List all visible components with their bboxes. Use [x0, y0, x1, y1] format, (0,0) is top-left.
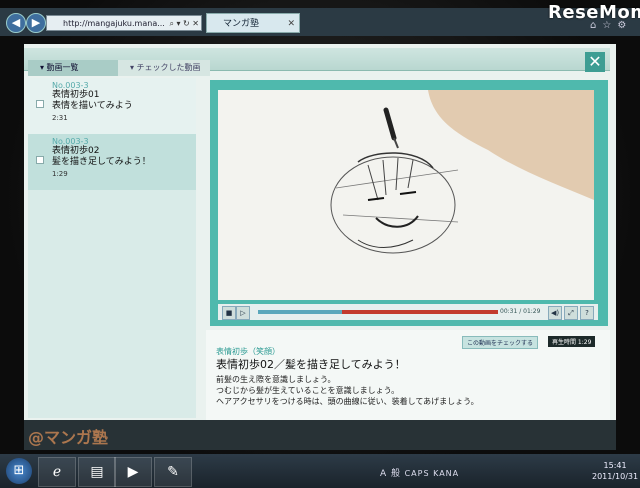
paint-icon[interactable]: ✎ — [154, 457, 192, 487]
drawing-illustration — [330, 90, 594, 254]
video-frame[interactable] — [218, 90, 594, 300]
info-title: 表情初歩02／髪を描き足してみよう！ — [216, 358, 406, 371]
timecode: 00:31 / 01:29 — [500, 308, 541, 315]
progress-played — [258, 310, 342, 314]
footer-band — [24, 420, 616, 450]
video-title-line2: 髪を描き足してみよう！ — [52, 157, 151, 167]
desc-line: ヘアアクセサリをつける時は、頭の曲線に従い、装着してあげましょう。 — [216, 397, 479, 406]
tab-close-icon[interactable]: ✕ — [287, 14, 295, 34]
media-player-icon[interactable]: ▶ — [114, 457, 152, 487]
clock[interactable]: 15:41 2011/10/31 — [592, 460, 638, 482]
video-title-line1: 表情初歩02 — [52, 146, 100, 156]
desc-line: つむじから髪が生えていることを意識しましょう。 — [216, 386, 400, 395]
progress-buffered — [342, 310, 498, 314]
info-description: 前髪の生え際を意識しましょう。 つむじから髪が生えていることを意識しましょう。 … — [216, 374, 479, 407]
checkbox-icon[interactable] — [36, 156, 44, 164]
list-item[interactable]: No.003-3 表情初歩02 髪を描き足してみよう！ 1:29 — [28, 134, 196, 190]
clock-date: 2011/10/31 — [592, 472, 639, 481]
ime-indicator[interactable]: A 般 — [380, 469, 401, 479]
stop-button[interactable]: ■ — [222, 306, 236, 320]
tab-title: マンガ塾 — [223, 19, 260, 29]
video-duration: 2:31 — [52, 114, 68, 122]
desc-line: 前髪の生え際を意識しましょう。 — [216, 375, 336, 384]
list-item[interactable]: No.003-3 表情初歩01 表情を描いてみよう 2:31 — [28, 78, 196, 134]
browser-tools-icon[interactable]: ⌂☆⚙ — [590, 20, 632, 31]
video-number: No.003-3 — [52, 81, 89, 90]
caps-indicator: CAPS KANA — [404, 469, 460, 478]
start-button-icon[interactable]: ⊞ — [6, 458, 32, 484]
tab-video-list[interactable]: ▾ 動画一覧 — [28, 60, 120, 76]
fullscreen-icon[interactable]: ⤢ — [564, 306, 578, 320]
video-title-line1: 表情初歩01 — [52, 90, 100, 100]
internet-explorer-icon[interactable]: ℯ — [38, 457, 76, 487]
address-text: http://mangajuku.mana... — [63, 19, 165, 28]
video-number: No.003-3 — [52, 137, 89, 146]
system-tray: A 般 CAPS KANA — [380, 466, 459, 479]
checkbox-icon[interactable] — [36, 100, 44, 108]
back-button[interactable]: ◀ — [6, 13, 26, 33]
address-bar[interactable]: http://mangajuku.mana... ⌕ ▾ ↻ ✕ — [46, 15, 202, 31]
address-actions-icon[interactable]: ⌕ ▾ ↻ ✕ — [169, 16, 199, 30]
play-button[interactable]: ▷ — [236, 306, 250, 320]
help-icon[interactable]: ? — [580, 306, 594, 320]
manga-juku-logo: @マンガ塾 — [28, 428, 109, 447]
video-title-line2: 表情を描いてみよう — [52, 101, 133, 111]
video-list: No.003-3 表情初歩01 表情を描いてみよう 2:31 No.003-3 … — [28, 78, 196, 418]
forward-button[interactable]: ▶ — [26, 13, 46, 33]
browser-tab[interactable]: マンガ塾 ✕ — [206, 13, 300, 33]
video-duration: 1:29 — [52, 170, 68, 178]
duration-badge: 再生時間 1:29 — [548, 336, 596, 347]
check-video-button[interactable]: この動画をチェックする — [462, 336, 539, 349]
close-panel-button[interactable]: ✕ — [585, 52, 605, 72]
folder-icon[interactable]: ▤ — [78, 457, 116, 487]
tab-checked-videos[interactable]: ▾ チェックした動画 — [118, 60, 210, 76]
volume-icon[interactable]: ◀) — [548, 306, 562, 320]
clock-time: 15:41 — [603, 461, 627, 470]
